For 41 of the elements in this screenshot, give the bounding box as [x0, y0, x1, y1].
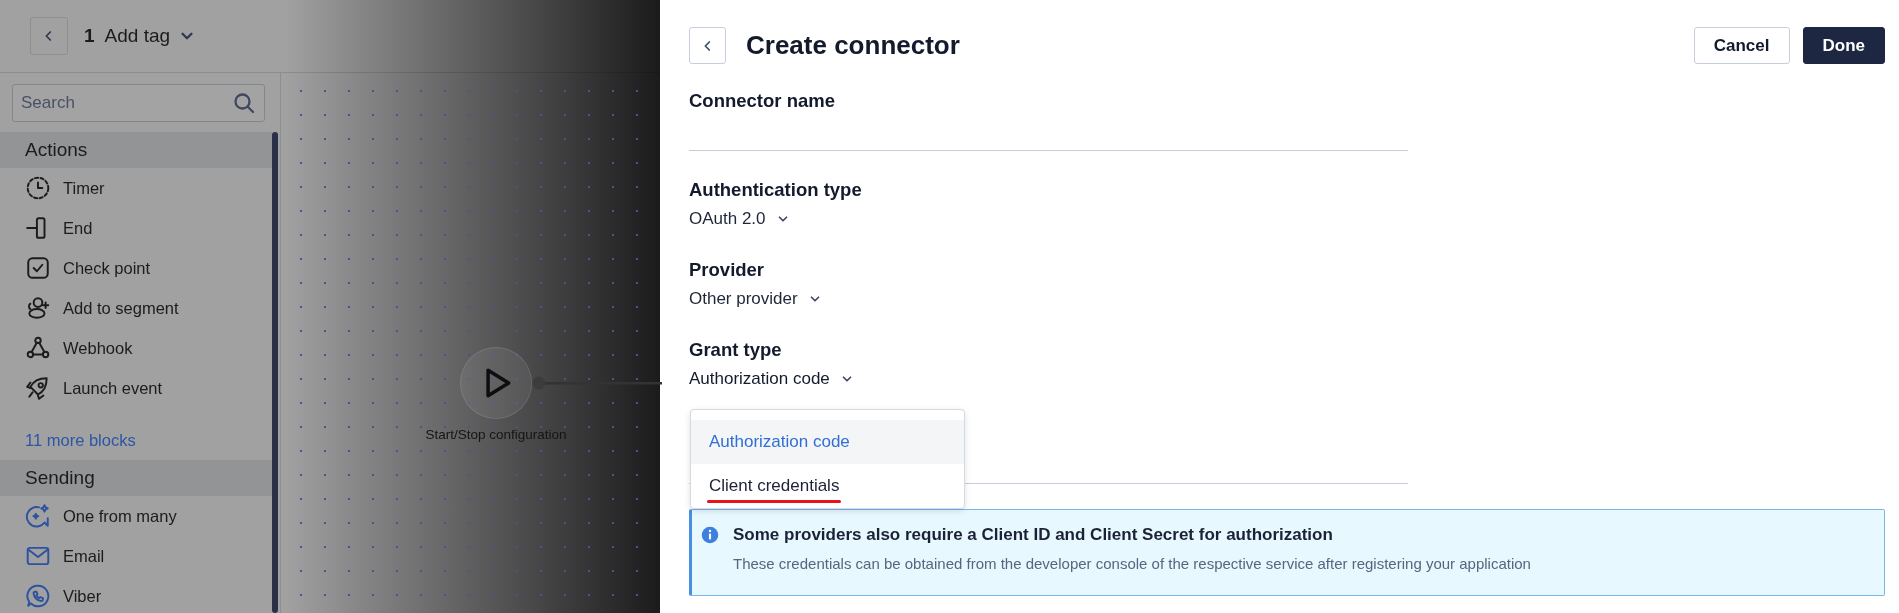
banner-text: These credentials can be obtained from the developer console of the respective service after registering your application [733, 555, 1531, 572]
search-icon [232, 91, 256, 115]
search-field[interactable]: Search [12, 84, 265, 122]
phone-bubble-icon [25, 583, 51, 609]
banner-title: Some providers also require a Client ID and Client Secret for authorization [733, 524, 1334, 546]
select-dropdown[interactable]: Other provider [689, 288, 822, 310]
done-button[interactable]: Done [1802, 27, 1885, 64]
user-add-icon [25, 295, 51, 321]
dropdown-option[interactable]: Authorization code [691, 420, 964, 464]
select-dropdown[interactable]: OAuth 2.0 [689, 208, 790, 230]
block-item[interactable]: One from many [0, 496, 272, 536]
block-item[interactable]: Launch event [0, 368, 272, 408]
cancel-button[interactable]: Cancel [1693, 27, 1790, 64]
block-item[interactable]: Viber [0, 576, 272, 613]
section-header: Actions [0, 132, 272, 168]
field-label: Grant type [689, 338, 783, 362]
section-header: Sending [0, 460, 272, 496]
step-number: 1 [84, 25, 95, 47]
field-label: Connector name [689, 89, 836, 113]
dropdown-option[interactable]: Client credentials [691, 464, 964, 508]
webhook-icon [25, 335, 51, 361]
block-item[interactable]: Add to segment [0, 288, 272, 328]
panel-title: Create connector [746, 30, 961, 61]
back-button[interactable] [30, 17, 68, 55]
block-item[interactable]: Check point [0, 248, 272, 288]
node-label: Start/Stop configuration [424, 427, 568, 442]
sparkle-chat-icon [25, 503, 51, 529]
info-icon [701, 526, 719, 544]
back-button[interactable] [689, 27, 726, 64]
rocket-icon [25, 375, 51, 401]
block-item[interactable]: Email [0, 536, 272, 576]
tag-title[interactable]: Add tag [104, 25, 171, 47]
checkbox-icon [25, 255, 51, 281]
field-label: Authentication type [689, 178, 863, 202]
select-dropdown[interactable]: Authorization code [689, 368, 854, 390]
field-label: Provider [689, 258, 766, 282]
block-item[interactable]: Webhook [0, 328, 272, 368]
stopwatch-icon [25, 175, 51, 201]
scrollbar[interactable] [272, 132, 278, 613]
block-item[interactable]: Timer [0, 168, 272, 208]
block-item[interactable]: End [0, 208, 272, 248]
